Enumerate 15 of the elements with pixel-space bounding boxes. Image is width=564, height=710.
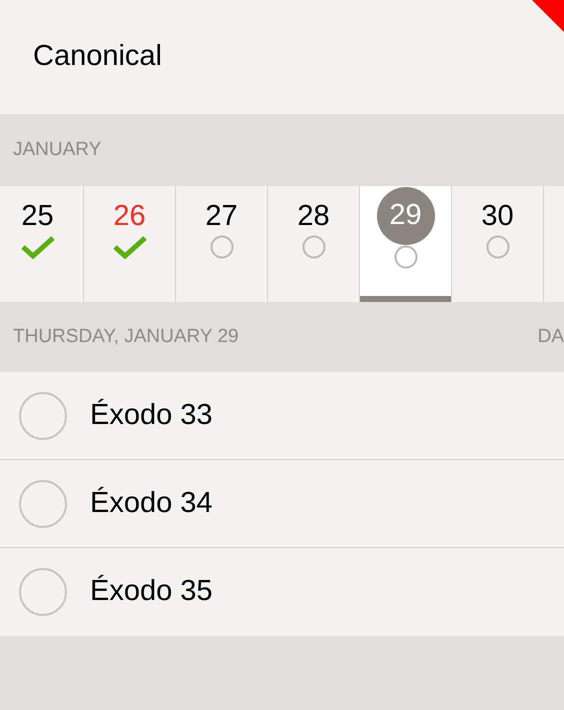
date-header: THURSDAY, JANUARY 29 bbox=[13, 324, 239, 349]
day-number: 28 bbox=[297, 201, 330, 231]
day-number: 29 bbox=[376, 187, 434, 245]
reading-title: Éxodo 33 bbox=[90, 398, 213, 433]
month-label: JANUARY bbox=[13, 138, 102, 162]
reading-title: Éxodo 34 bbox=[90, 486, 213, 521]
reading-title: Éxodo 35 bbox=[90, 574, 213, 610]
day-number: 27 bbox=[205, 201, 238, 231]
corner-flag-icon bbox=[532, 0, 564, 32]
date-header-label: DA bbox=[538, 324, 564, 349]
day-number: 25 bbox=[21, 201, 54, 231]
day-number: 26 bbox=[113, 201, 146, 231]
day-number: 30 bbox=[481, 201, 514, 231]
app-title: Canonical bbox=[33, 39, 162, 74]
day-cell[interactable]: 29 bbox=[360, 186, 452, 302]
